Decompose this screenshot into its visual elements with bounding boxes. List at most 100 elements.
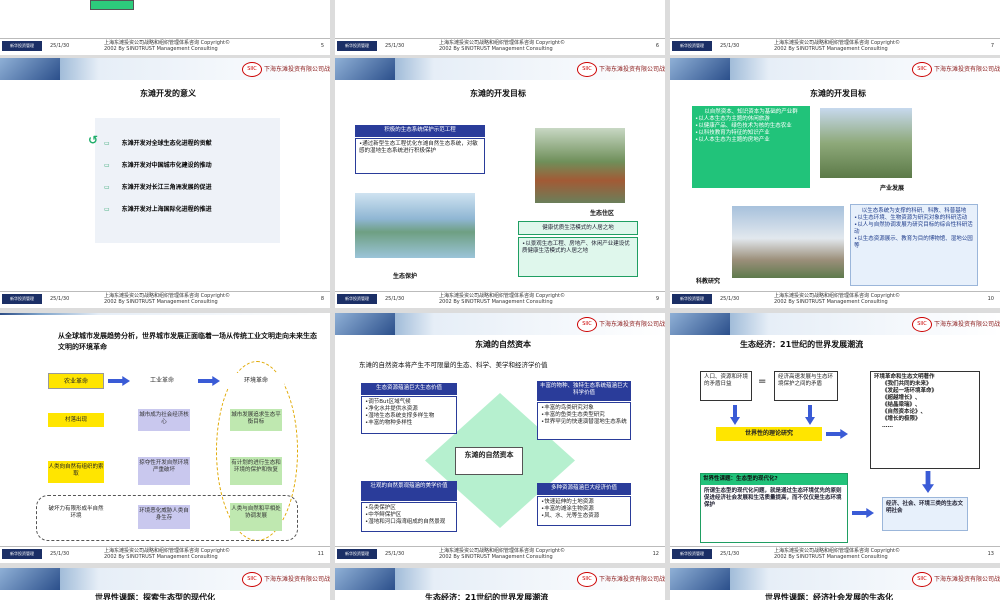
footer-date: 25/1/30 [385,43,405,49]
significance-list: ▭ 东滩开发对全球生态化进程的贡献 ▭ 东滩开发对中国城市化建设的推动 ▭ 东滩开发对… [104,138,212,226]
agri-revolution: 农业革命 [48,373,104,389]
goal-title-box: 积极的生态系统保护示范工程 [355,125,485,137]
handshake-image [670,58,730,80]
company-emblem: SIIC [242,62,262,77]
footer-copyright: 上海东滩投资公司战略和组织管理体系咨询 Copyright© 2002 By SI… [104,40,231,52]
caption-industry: 产业发展 [880,185,905,192]
footer-logo: 新华投资管理 [672,41,712,51]
footer-date: 25/1/30 [50,296,70,302]
slide-footer: 新华投资管理 25/1/30 上海东滩投资公司战略和组织管理体系咨询 Copyr… [335,291,665,308]
handshake-image [0,58,60,80]
company-emblem: SIIC [912,317,932,332]
slide-7[interactable]: 新华投资管理 25/1/30 上海东滩投资公司战略和组织管理体系咨询 Copyr… [670,0,1000,55]
slide-footer: 新华投资管理 25/1/30 上海东滩投资公司战略和组织管理体系咨询 Copyr… [670,291,1000,308]
slide-16[interactable]: SIIC下海东滩投资有限公司战略规划 世界性课题：经济社会发展的生态化 [670,568,1000,600]
handshake-image [335,313,395,335]
slide-title: 东滩的开发目标 [810,89,866,98]
slide-9[interactable]: SIIC 下海东滩投资有限公司战略规划 东滩的开发目标 积极的生态系统保护示范工… [335,58,665,308]
q3-title: 壮观的自然景观蕴涵的美学价值 [361,481,457,501]
slide-header: SIIC下海东滩投资有限公司战略规划 [335,568,665,590]
env-revolution: 环境革命 [228,373,284,389]
arrow-right-icon [108,376,130,386]
subtitle: 东滩的自然资本将产生不可限量的生态、科学、美学和经济学价值 [359,361,548,369]
footer-logo: 新华投资管理 [337,549,377,559]
demand-box: 人类向自然有组织的索取 [48,461,104,483]
footer-date: 25/1/30 [385,296,405,302]
footer-logo: 新华投资管理 [672,294,712,304]
city-core-box: 城市成为社会经济核心 [138,409,190,431]
slide-8[interactable]: SIIC 下海东滩投资有限公司战略规划 东滩开发的意义 ↺ ▭东滩开发对全球生态… [0,58,330,308]
company-emblem: SIIC [577,62,597,77]
limited-damage-box: 破坏力有限形成半自然环境 [48,503,104,531]
arrow-right-icon [198,376,220,386]
slide-12[interactable]: SIIC 下海东滩投资有限公司战略规划 东滩的自然资本 东滩的自然资本将产生不可… [335,313,665,563]
handshake-image [335,568,395,590]
slide-14[interactable]: SIIC下海东滩投资有限公司战略规划 世界性课题：探索生态型的现代化 [0,568,330,600]
conflict-box-b: 经济高速发展与生态环境保护之间的矛盾 [774,371,838,401]
list-item: ▭ 东滩开发对上海国际化进程的推进 [104,206,212,213]
down-arrow-right [805,405,815,425]
result-box: 经济、社会、环境三类的生态文明社会 [882,497,968,531]
eco-goal-box: 城市发展追求生态平衡目标 [230,409,282,431]
slide-10[interactable]: SIIC 下海东滩投资有限公司战略规划 东滩的开发目标 以自然资本、知识资本为基… [670,58,1000,308]
company-name: 下海东滩投资有限公司战略规划 [599,66,665,73]
page-number: 7 [990,43,994,49]
slide-title: 东滩的自然资本 [475,340,531,349]
footer-copyright: 上海东滩投资公司战略和组织管理体系咨询 Copyright© 2002 By SI… [439,293,566,305]
down-arrow-left [730,405,740,425]
slide-footer: 新华投资管理 25/1/30 上海东滩投资公司战略和组织管理体系咨询 Copyr… [0,546,330,563]
company-emblem: SIIC [242,572,262,587]
ecology-residence-photo [535,128,625,203]
theory-box: 世界性的理论研究 [716,427,822,441]
handshake-image [670,568,730,590]
curved-arrow-icon: ↺ [88,133,99,147]
slide-header: SIIC 下海东滩投资有限公司战略规划 [335,58,665,80]
q2-list: •丰富的鸟类研究对象 •丰富的鱼类生态类型研究 •世界罕见的快速演替湿地生态系统 [537,402,631,440]
company-name: 下海东滩投资有限公司战略规划 [599,321,665,328]
slide-header: SIIC 下海东滩投资有限公司战略规划 [335,313,665,335]
slide-header: SIIC 下海东滩投资有限公司战略规划 [0,58,330,80]
slide-6[interactable]: 新华投资管理 25/1/30 上海东滩投资公司战略和组织管理体系咨询 Copyr… [335,0,665,55]
slide-5[interactable]: 新华投资管理 25/1/30 上海东滩投资公司战略和组织管理体系咨询 Copyr… [0,0,330,55]
folder-icon: ▭ [104,140,110,147]
slide-title: 世界性课题：探索生态型的现代化 [95,593,215,600]
footer-copyright: 上海东滩投资公司战略和组织管理体系咨询 Copyright© 2002 By SI… [104,548,231,560]
footer-logo: 新华投资管理 [2,294,42,304]
slide-15[interactable]: SIIC下海东滩投资有限公司战略规划 生态经济：21世纪的世界发展潮流 [335,568,665,600]
page-number: 11 [317,551,324,557]
company-name: 下海东滩投资有限公司战略规划 [599,576,665,583]
caption-protection: 生态保护 [393,273,418,280]
company-name: 下海东滩投资有限公司战略规划 [934,576,1000,583]
footer-logo: 新华投资管理 [2,549,42,559]
equals-sign: = [758,376,767,387]
ecology-protection-photo [355,193,475,258]
slide-13[interactable]: SIIC 下海东滩投资有限公司战略规划 生态经济：21世纪的世界发展潮流 人口、… [670,313,1000,563]
footer-date: 25/1/30 [385,551,405,557]
goal-desc-box: •通过新型生态工程优化东滩自然生态系统，对敏感的湿地生态系统进行积极保护 [355,138,485,174]
q4-title: 多种资源蕴涵巨大经济价值 [537,483,631,495]
slide-header: SIIC 下海东滩投资有限公司战略规划 [670,313,1000,335]
slide-footer: 新华投资管理 25/1/30 上海东滩投资公司战略和组织管理体系咨询 Copyr… [0,38,330,55]
slide-title: 东滩的开发目标 [470,89,526,98]
page-number: 12 [652,551,659,557]
arrow-right-icon [826,429,848,439]
footer-date: 25/1/30 [50,43,70,49]
q3-list: •鸟类保护区 •中华鲟保护区 •湿地和河口海湾组成的自然景观 [361,502,457,532]
slide-footer: 新华投资管理 25/1/30 上海东滩投资公司战略和组织管理体系咨询 Copyr… [670,546,1000,563]
footer-copyright: 上海东滩投资公司战略和组织管理体系咨询 Copyright© 2002 By SI… [774,40,901,52]
page-number: 6 [655,43,659,49]
q2-title: 丰富的物种、独特生态系统蕴涵巨大科学价值 [537,381,631,401]
slide-11[interactable]: 从全球城市发展趋势分析，世界城市发展正面临着一场从传统工业文明走向未来生态文明的… [0,313,330,563]
slide-header: SIIC 下海东滩投资有限公司战略规划 [670,58,1000,80]
q1-list: •调节But区域气候 •净化水并提供水资源 •湿地生态系统支撑多样生物 •丰富的物种多… [361,396,457,434]
footer-date: 25/1/30 [50,551,70,557]
green-block [90,0,134,10]
industry-photo [820,108,912,178]
page-number: 10 [987,296,994,302]
caption-research: 科教研究 [696,278,721,285]
page-number: 13 [987,551,994,557]
page-number: 9 [655,296,659,302]
books-box: 环境革命和生态文明著作 《我们共同的未来》 《发起一场环境革命》 《超越增长》、… [870,371,980,469]
footer-date: 25/1/30 [720,43,740,49]
footer-copyright: 上海东滩投资公司战略和组织管理体系咨询 Copyright© 2002 By SI… [774,548,901,560]
